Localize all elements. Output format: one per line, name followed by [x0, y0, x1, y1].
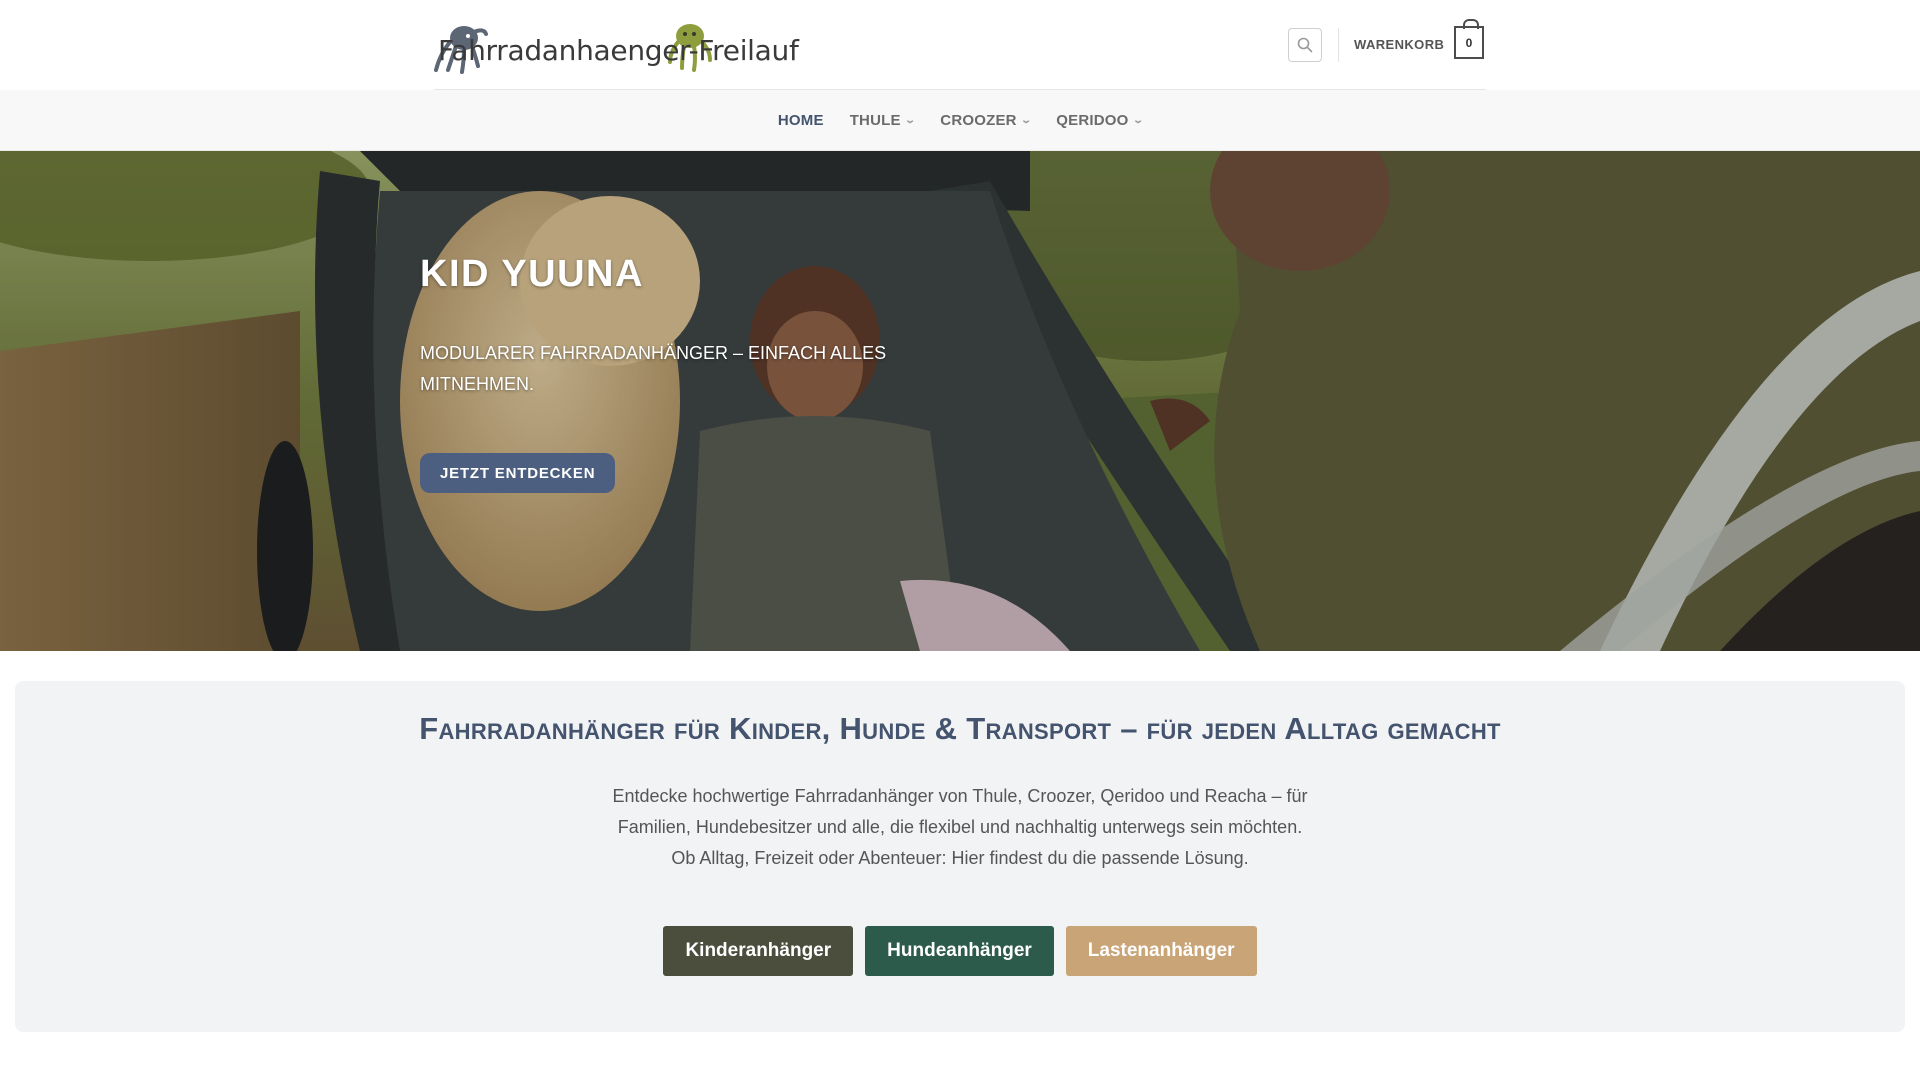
intro-section: Fahrradanhänger für Kinder, Hunde & Tran…: [15, 681, 1905, 1032]
nav-item-label: CROOZER: [940, 111, 1017, 129]
logo-text: Fahrradanhaenger-Freilauf: [438, 34, 799, 67]
hero-subtitle: MODULARER FAHRRADANHÄNGER – EINFACH ALLE…: [420, 343, 887, 394]
hero-title: KID YUUNA: [420, 253, 644, 295]
intro-paragraph: Entdecke hochwertige Fahrradanhänger von…: [612, 786, 1308, 837]
kinderanhaenger-button[interactable]: Kinderanhänger: [663, 926, 854, 976]
intro-text: Entdecke hochwertige Fahrradanhänger von…: [590, 781, 1330, 874]
intro-paragraph-2: Ob Alltag, Freizeit oder Abenteuer: Hier…: [671, 848, 1249, 868]
header-divider: [1338, 28, 1339, 62]
search-button[interactable]: [1288, 28, 1322, 62]
category-buttons: Kinderanhänger Hundeanhänger Lastenanhän…: [15, 926, 1905, 976]
nav-item-label: QERIDOO: [1056, 111, 1129, 129]
header-inner: Fahrradanhaenger-Freilauf WARENKORB 0: [434, 0, 1486, 90]
intro-title: Fahrradanhänger für Kinder, Hunde & Tran…: [419, 711, 1501, 746]
nav-item-thule[interactable]: THULE ⌄: [849, 111, 916, 129]
site-logo[interactable]: Fahrradanhaenger-Freilauf: [434, 22, 799, 74]
chevron-down-icon: ⌄: [1019, 114, 1032, 126]
nav-item-label: HOME: [777, 111, 824, 129]
nav-item-label: THULE: [849, 111, 901, 129]
search-icon: [1297, 37, 1313, 53]
cart-bag-icon[interactable]: 0: [1454, 19, 1484, 59]
main-nav: HOME THULE ⌄ CROOZER ⌄ QERIDOO ⌄: [0, 90, 1920, 151]
nav-item-croozer[interactable]: CROOZER ⌄: [940, 111, 1032, 129]
cart-link[interactable]: WARENKORB: [1354, 37, 1444, 52]
nav-item-qeridoo[interactable]: QERIDOO ⌄: [1056, 111, 1144, 129]
hero-cta-button[interactable]: JETZT ENTDECKEN: [420, 453, 616, 493]
chevron-down-icon: ⌄: [903, 114, 916, 126]
site-header: Fahrradanhaenger-Freilauf WARENKORB 0: [0, 0, 1920, 90]
cart-count: 0: [1465, 35, 1473, 50]
nav-item-home[interactable]: HOME: [778, 112, 824, 129]
lastenanhaenger-button[interactable]: Lastenanhänger: [1065, 926, 1257, 976]
hero-background-image: [0, 151, 1920, 651]
hundeanhaenger-button[interactable]: Hundeanhänger: [865, 926, 1054, 976]
hero-banner: KID YUUNA MODULARER FAHRRADANHÄNGER – EI…: [0, 151, 1920, 651]
chevron-down-icon: ⌄: [1131, 114, 1144, 126]
